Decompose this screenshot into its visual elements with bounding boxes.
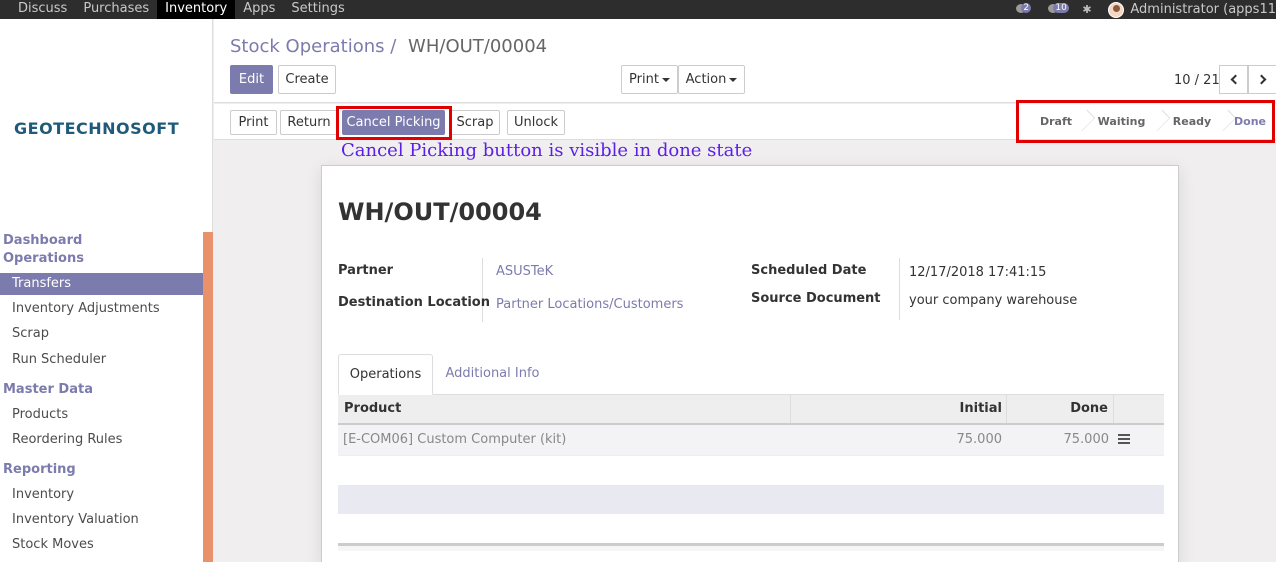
pager-previous-button[interactable] — [1219, 65, 1248, 94]
source-document-label: Source Document — [751, 291, 881, 306]
notebook-tabs: Operations Additional Info — [338, 354, 1164, 395]
messages-icon[interactable]: 2 — [1014, 0, 1036, 19]
scrap-button[interactable]: Scrap — [450, 110, 500, 135]
sidebar-accent-strip — [203, 232, 213, 562]
column-done[interactable]: Done — [1038, 395, 1108, 423]
destination-location-field[interactable]: Partner Locations/Customers — [496, 297, 683, 312]
action-dropdown-label: Action — [685, 72, 727, 87]
divider — [899, 258, 900, 320]
sidebar-item-inventory-adjustments[interactable]: Inventory Adjustments — [0, 298, 203, 320]
sidebar-section-dashboard[interactable]: Dashboard — [3, 233, 82, 248]
print-dropdown-label: Print — [629, 72, 659, 87]
row-initial-demand: 75.000 — [956, 432, 1003, 447]
activities-icon[interactable]: 10 — [1046, 0, 1072, 19]
systray: 2 10 ✱ Administrator (apps11 — [1014, 0, 1276, 19]
list-details-icon[interactable] — [1118, 434, 1130, 444]
menu-discuss[interactable]: Discuss — [10, 0, 75, 19]
sidebar-item-products[interactable]: Products — [0, 404, 203, 426]
print-dropdown[interactable]: Print — [621, 65, 678, 94]
partner-field[interactable]: ASUSTeK — [496, 264, 553, 279]
form-sheet: WH/OUT/00004 Partner ASUSTeK Destination… — [321, 165, 1179, 562]
sidebar-item-scrap[interactable]: Scrap — [0, 323, 203, 345]
table-row[interactable]: [E-COM06] Custom Computer (kit) 75.000 7… — [338, 425, 1164, 455]
messages-count: 2 — [1021, 3, 1032, 13]
menu-settings[interactable]: Settings — [283, 0, 352, 19]
sidebar-item-transfers[interactable]: Transfers — [0, 273, 203, 295]
source-document-field[interactable]: your company warehouse — [909, 293, 1077, 308]
scheduled-date-label: Scheduled Date — [751, 263, 867, 278]
sidebar-item-reordering-rules[interactable]: Reordering Rules — [0, 429, 203, 451]
record-title: WH/OUT/00004 — [338, 198, 542, 226]
caret-down-icon — [729, 77, 738, 82]
sidebar-item-inventory[interactable]: Inventory — [0, 484, 203, 506]
action-dropdown[interactable]: Action — [678, 65, 745, 94]
breadcrumb: Stock Operations / WH/OUT/00004 — [230, 36, 547, 57]
divider — [482, 258, 483, 322]
return-button[interactable]: Return — [280, 110, 338, 135]
unlock-button[interactable]: Unlock — [507, 110, 565, 135]
sidebar: GEOTECHNOSOFT Dashboard Operations Trans… — [0, 19, 213, 562]
table-row-empty — [338, 485, 1164, 514]
table-header: Product Initial Demand Done — [338, 395, 1164, 444]
column-divider — [790, 395, 791, 423]
avatar[interactable] — [1108, 1, 1125, 18]
sidebar-section-master-data[interactable]: Master Data — [3, 382, 93, 397]
activities-count: 10 — [1053, 3, 1069, 13]
annotation-text: Cancel Picking button is visible in done… — [341, 140, 753, 161]
breadcrumb-parent[interactable]: Stock Operations — [230, 36, 385, 57]
tab-additional-info[interactable]: Additional Info — [435, 354, 550, 395]
company-logo: GEOTECHNOSOFT — [14, 119, 180, 138]
bug-icon[interactable]: ✱ — [1082, 0, 1096, 19]
top-navbar: Discuss Purchases Inventory Apps Setting… — [0, 0, 1276, 19]
column-divider — [1006, 395, 1007, 423]
tab-operations[interactable]: Operations — [338, 354, 433, 395]
menu-inventory[interactable]: Inventory — [157, 0, 236, 19]
chevron-left-icon — [1230, 74, 1240, 85]
breadcrumb-separator: / — [390, 36, 397, 57]
sidebar-item-run-scheduler[interactable]: Run Scheduler — [0, 349, 203, 371]
partner-label: Partner — [338, 263, 394, 278]
column-product[interactable]: Product — [344, 395, 401, 423]
user-menu[interactable]: Administrator (apps11 — [1130, 1, 1276, 19]
sidebar-section-reporting[interactable]: Reporting — [3, 462, 76, 477]
chevron-right-icon — [1256, 74, 1266, 85]
breadcrumb-current: WH/OUT/00004 — [408, 36, 548, 57]
edit-button[interactable]: Edit — [230, 65, 273, 94]
print-button[interactable]: Print — [230, 110, 277, 135]
pager-value[interactable]: 10 / 21 — [1174, 73, 1220, 88]
caret-down-icon — [661, 77, 670, 82]
create-button[interactable]: Create — [278, 65, 336, 94]
stages-highlight — [1016, 100, 1275, 143]
row-done: 75.000 — [1063, 432, 1110, 447]
sidebar-section-operations[interactable]: Operations — [3, 251, 84, 266]
scheduled-date-field[interactable]: 12/17/2018 17:41:15 — [909, 265, 1046, 280]
table-row-empty — [338, 455, 1164, 485]
table-footer — [338, 543, 1164, 551]
menu-purchases[interactable]: Purchases — [75, 0, 157, 19]
control-panel: Stock Operations / WH/OUT/00004 Edit Cre… — [214, 19, 1276, 103]
sidebar-item-inventory-valuation[interactable]: Inventory Valuation — [0, 509, 203, 531]
column-divider — [1113, 395, 1114, 423]
column-initial-demand[interactable]: Initial Demand — [898, 395, 1003, 444]
destination-location-label: Destination Location — [338, 295, 490, 310]
row-product: [E-COM06] Custom Computer (kit) — [343, 432, 567, 447]
sidebar-item-stock-moves[interactable]: Stock Moves — [0, 534, 203, 556]
app-menu: Discuss Purchases Inventory Apps Setting… — [10, 0, 353, 19]
pager-next-button[interactable] — [1248, 65, 1276, 94]
cancel-picking-highlight — [336, 106, 452, 140]
menu-apps[interactable]: Apps — [235, 0, 283, 19]
